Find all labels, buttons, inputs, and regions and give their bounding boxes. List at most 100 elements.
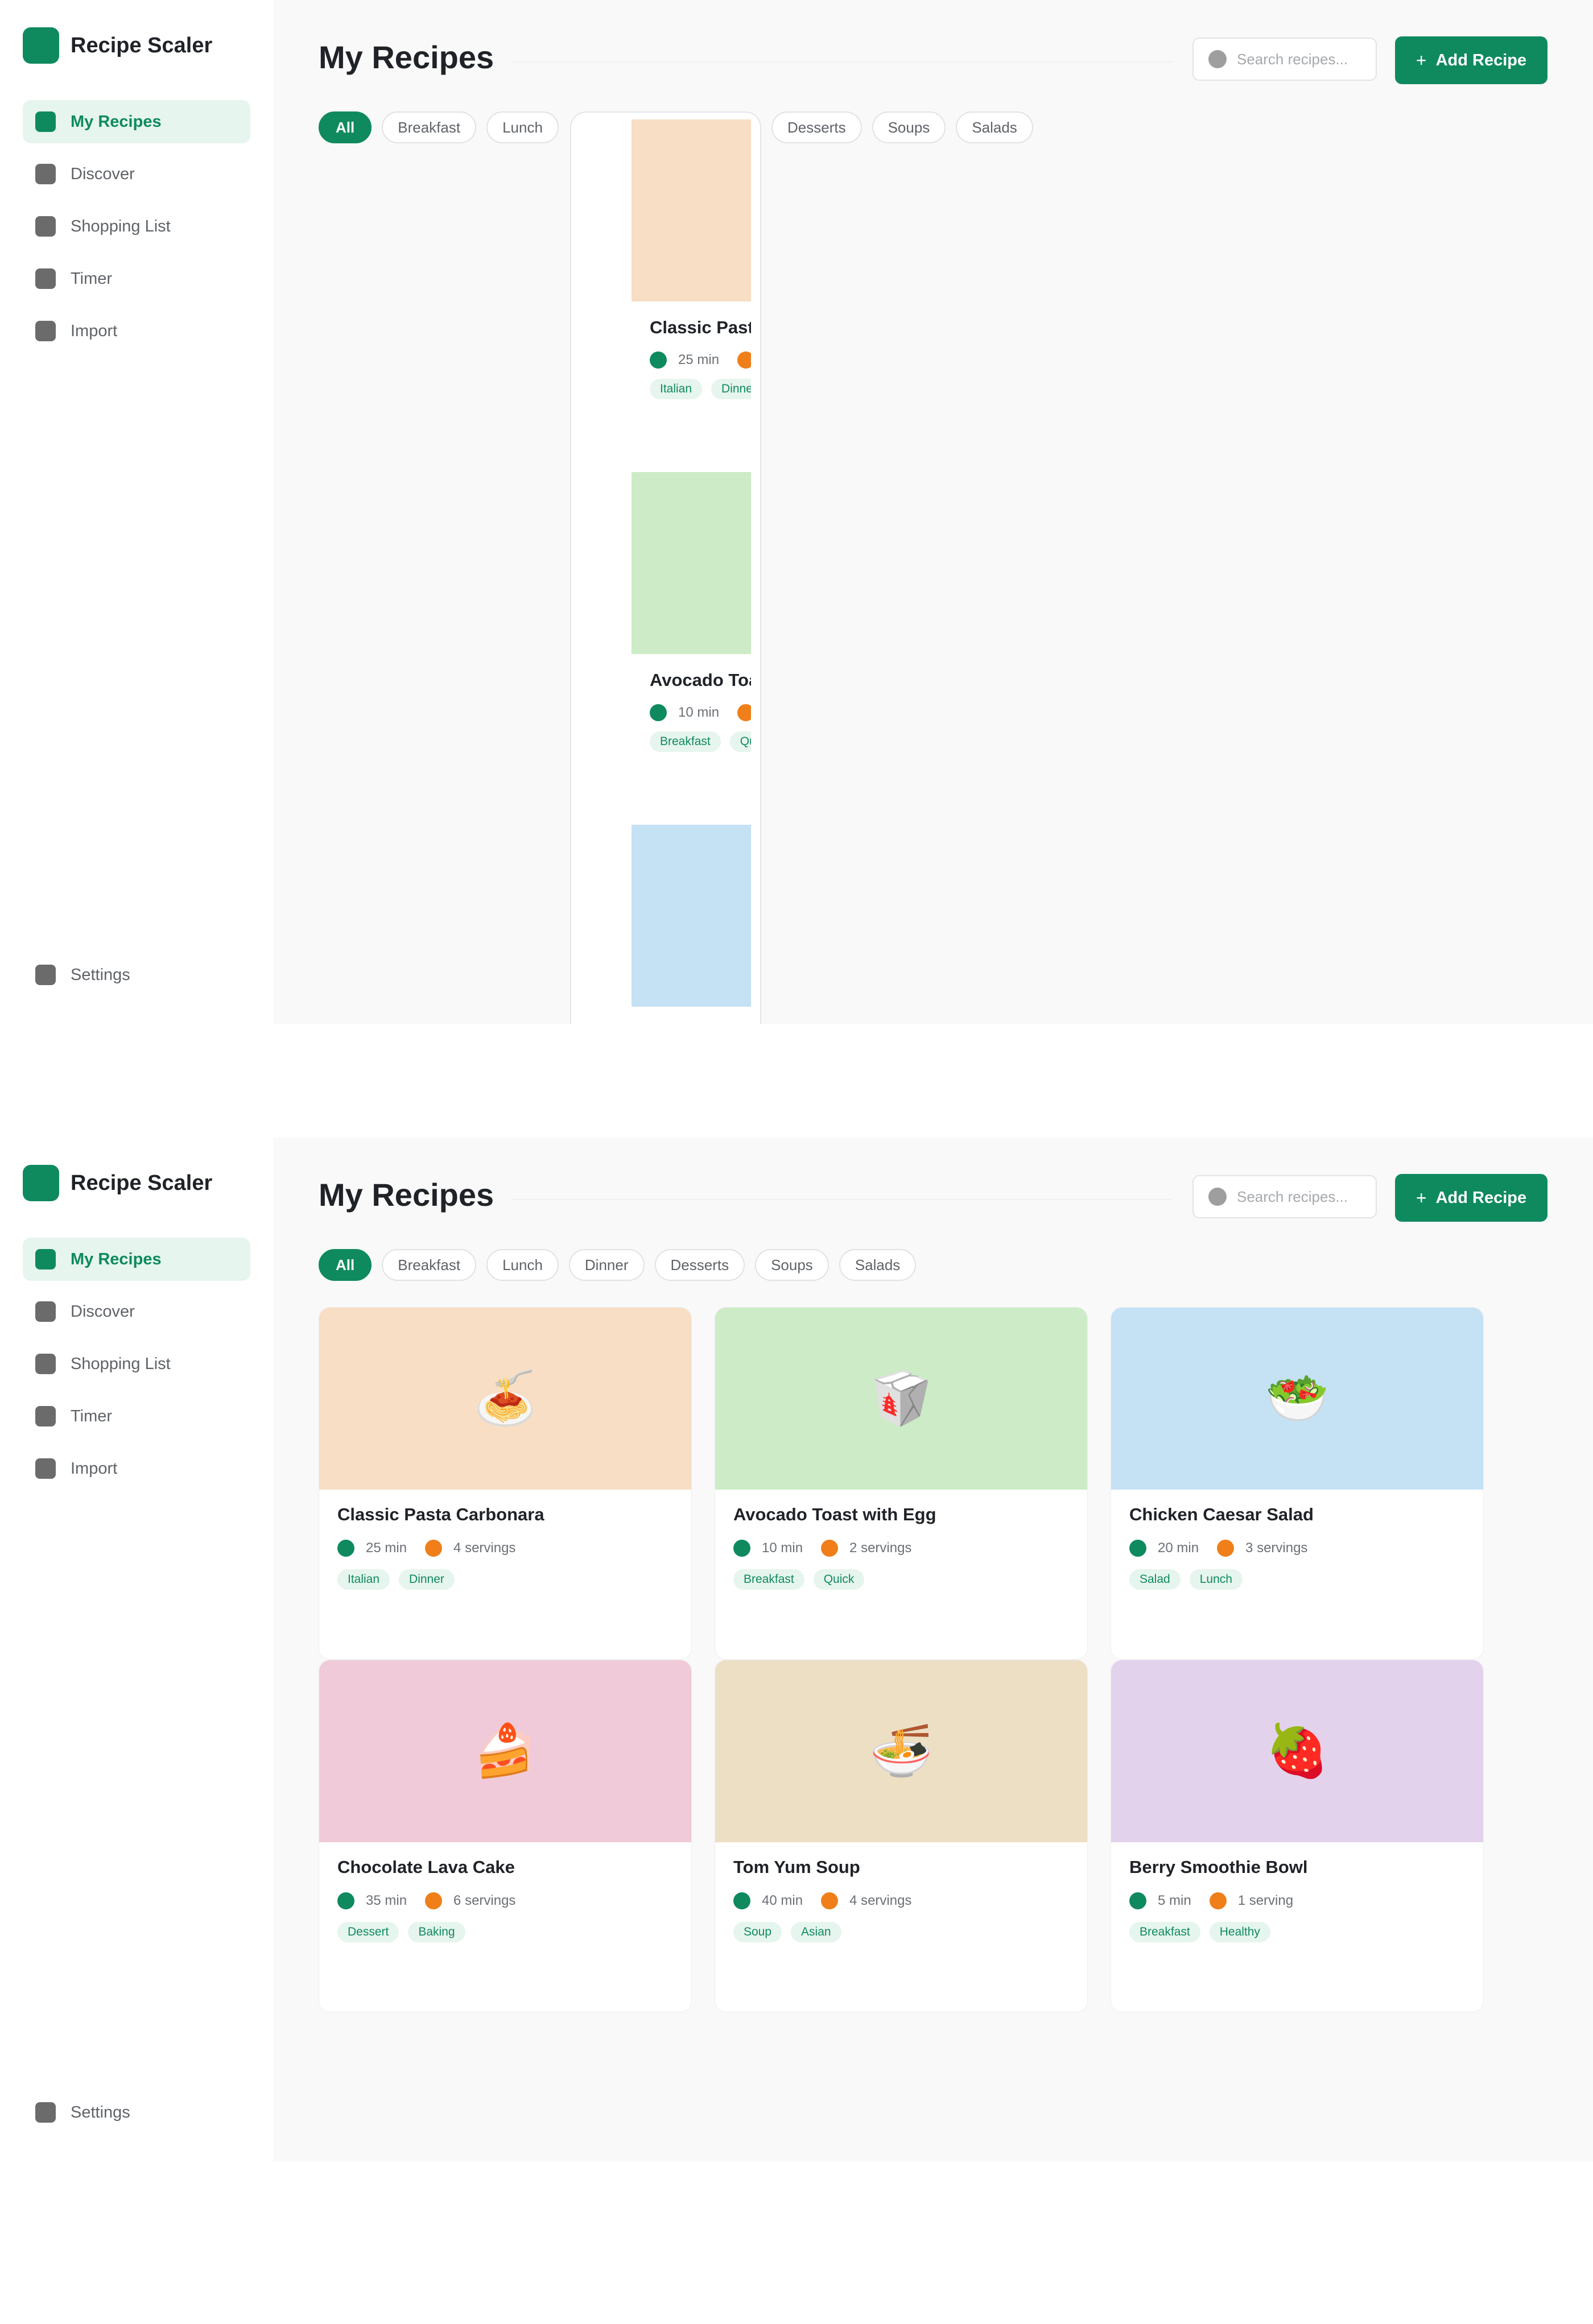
- recipe-card[interactable]: 🍰 Chocolate Lava Cake 35 min 6 servings Dess…: [319, 1660, 692, 2012]
- sidebar-item-discover[interactable]: Discover: [23, 152, 250, 196]
- plus-icon: +: [1415, 50, 1427, 71]
- recipe-card[interactable]: Classic Pasta Carbonara 25 min 4 serving…: [632, 119, 751, 449]
- sidebar-item-label: Import: [71, 1459, 118, 1478]
- sidebar: Recipe Scaler My Recipes Discover Shoppi…: [0, 1138, 273, 2161]
- filter-chips-right: Desserts Soups Salads: [771, 111, 1043, 143]
- sidebar-item-settings[interactable]: Settings: [23, 2091, 250, 2134]
- filter-chip-breakfast[interactable]: Breakfast: [382, 111, 477, 143]
- recipe-card-body: Classic Pasta Carbonara 25 min 4 servings I…: [319, 1490, 691, 1605]
- page-title: My Recipes: [319, 39, 494, 75]
- sidebar-item-label: Import: [71, 321, 118, 340]
- main-content: My Recipes Search recipes... + Add Recip…: [273, 1138, 1593, 2161]
- filter-chip-lunch[interactable]: Lunch: [486, 111, 559, 143]
- sidebar-item-label: My Recipes: [71, 112, 162, 131]
- app-name: Recipe Scaler: [71, 33, 213, 57]
- recipe-image: 🍓: [1111, 1660, 1483, 1842]
- search-input[interactable]: Search recipes...: [1192, 38, 1377, 81]
- recipe-tag: Dessert: [337, 1922, 399, 1942]
- recipe-title: Classic Pasta Carbonara: [650, 317, 751, 337]
- sidebar-item-shopping-list[interactable]: Shopping List: [23, 205, 250, 248]
- sidebar-item-timer[interactable]: Timer: [23, 1395, 250, 1438]
- recipe-servings: 4 servings: [849, 1893, 912, 1908]
- header-divider: [512, 61, 1172, 63]
- clock-icon: [733, 1540, 750, 1557]
- recipe-card[interactable]: 🥗 Chicken Caesar Salad 20 min 3 servings Sal…: [1111, 1307, 1484, 1660]
- recipe-card[interactable]: 🥡 Avocado Toast with Egg 10 min 2 servings B…: [715, 1307, 1088, 1660]
- sidebar-item-settings[interactable]: Settings: [23, 953, 250, 996]
- filter-chip-all[interactable]: All: [319, 111, 372, 143]
- recipe-tag: Soup: [733, 1922, 782, 1942]
- brand[interactable]: Recipe Scaler: [23, 1165, 212, 1201]
- recipe-image: 🍰: [319, 1660, 691, 1842]
- recipe-emoji-icon: 🍜: [869, 1723, 934, 1780]
- sidebar-item-my-recipes[interactable]: My Recipes: [23, 1238, 250, 1281]
- servings-icon: [821, 1892, 839, 1909]
- plus-icon: +: [1415, 1188, 1427, 1208]
- settings-icon: [35, 2102, 56, 2123]
- filter-chip-dinner[interactable]: Dinner: [568, 1249, 645, 1281]
- clock-icon: [650, 352, 667, 369]
- recipe-tag: Quick: [813, 1569, 865, 1590]
- filter-chip-lunch[interactable]: Lunch: [486, 1249, 559, 1281]
- sidebar-item-timer[interactable]: Timer: [23, 257, 250, 300]
- recipe-tag: Quick: [729, 731, 751, 752]
- sidebar-item-label: Timer: [71, 1407, 113, 1425]
- recipe-tag: Asian: [791, 1922, 841, 1942]
- recipe-meta: 20 min 3 servings: [1129, 1540, 1465, 1557]
- sidebar-item-shopping-list[interactable]: Shopping List: [23, 1342, 250, 1386]
- recipe-card[interactable]: 🍝 Classic Pasta Carbonara 25 min 4 servings…: [319, 1307, 692, 1660]
- recipe-tags: Breakfast Healthy: [1129, 1922, 1465, 1942]
- sidebar-nav: My Recipes Discover Shopping List Timer …: [23, 1238, 250, 1499]
- sidebar-item-label: My Recipes: [71, 1250, 162, 1268]
- recipe-card[interactable]: [632, 825, 751, 1024]
- recipe-card[interactable]: Avocado Toast with Egg 10 min 2 servings…: [632, 472, 751, 802]
- timer-icon: [35, 1406, 56, 1426]
- add-recipe-button[interactable]: + Add Recipe: [1395, 36, 1547, 84]
- brand[interactable]: Recipe Scaler: [23, 27, 212, 64]
- servings-icon: [425, 1540, 443, 1557]
- sidebar-item-import[interactable]: Import: [23, 1447, 250, 1490]
- recipe-card-body: Tom Yum Soup 40 min 4 servings Soup Asian: [715, 1842, 1087, 1957]
- clock-icon: [337, 1540, 354, 1557]
- sidebar-item-import[interactable]: Import: [23, 309, 250, 353]
- search-input[interactable]: Search recipes...: [1192, 1175, 1377, 1218]
- sidebar-item-my-recipes[interactable]: My Recipes: [23, 100, 250, 143]
- recipe-meta: 10 min 2 servings: [733, 1540, 1069, 1557]
- recipe-emoji-icon: 🍝: [473, 1370, 538, 1427]
- sidebar-item-label: Discover: [71, 1302, 135, 1321]
- filter-chip-desserts[interactable]: Desserts: [771, 111, 862, 143]
- add-recipe-button[interactable]: + Add Recipe: [1395, 1174, 1547, 1222]
- recipe-time: 35 min: [366, 1893, 407, 1908]
- recipe-tag: Dinner: [399, 1569, 455, 1590]
- timer-icon: [35, 268, 56, 289]
- screenshot-frame-1: Recipe Scaler My Recipes Discover Shoppi…: [0, 0, 1593, 1024]
- filter-chip-soups[interactable]: Soups: [872, 111, 946, 143]
- my-recipes-icon: [35, 1249, 56, 1269]
- filter-chip-salads[interactable]: Salads: [956, 111, 1033, 143]
- sidebar-item-label: Shopping List: [71, 217, 171, 235]
- recipe-tags: Breakfast Quick: [650, 731, 751, 752]
- filter-chip-breakfast[interactable]: Breakfast: [382, 1249, 477, 1281]
- recipe-card-body: Chocolate Lava Cake 35 min 6 servings Desse…: [319, 1842, 691, 1957]
- recipe-emoji-icon: 🍓: [1265, 1723, 1330, 1780]
- recipe-image: 🥡: [715, 1308, 1087, 1490]
- filter-chip-all[interactable]: All: [319, 1249, 372, 1281]
- sidebar-nav: My Recipes Discover Shopping List Timer …: [23, 100, 250, 362]
- recipe-servings: 2 servings: [849, 1540, 912, 1556]
- recipe-image: [632, 825, 751, 1007]
- recipe-card[interactable]: 🍓 Berry Smoothie Bowl 5 min 1 serving Breakf…: [1111, 1660, 1484, 2012]
- search-icon: [1208, 1188, 1227, 1206]
- servings-icon: [1209, 1892, 1227, 1909]
- sidebar-item-label: Timer: [71, 269, 113, 288]
- add-recipe-label: Add Recipe: [1435, 1188, 1527, 1207]
- clock-icon: [1129, 1892, 1146, 1909]
- page-title: My Recipes: [319, 1177, 494, 1213]
- filter-chip-desserts[interactable]: Desserts: [654, 1249, 745, 1281]
- sidebar-item-discover[interactable]: Discover: [23, 1290, 250, 1333]
- recipe-servings: 6 servings: [453, 1893, 516, 1908]
- filter-chip-salads[interactable]: Salads: [839, 1249, 917, 1281]
- clock-icon: [1129, 1540, 1146, 1557]
- filter-chip-soups[interactable]: Soups: [755, 1249, 829, 1281]
- recipe-card[interactable]: 🍜 Tom Yum Soup 40 min 4 servings Soup Asian: [715, 1660, 1088, 2012]
- shopping-list-icon: [35, 216, 56, 237]
